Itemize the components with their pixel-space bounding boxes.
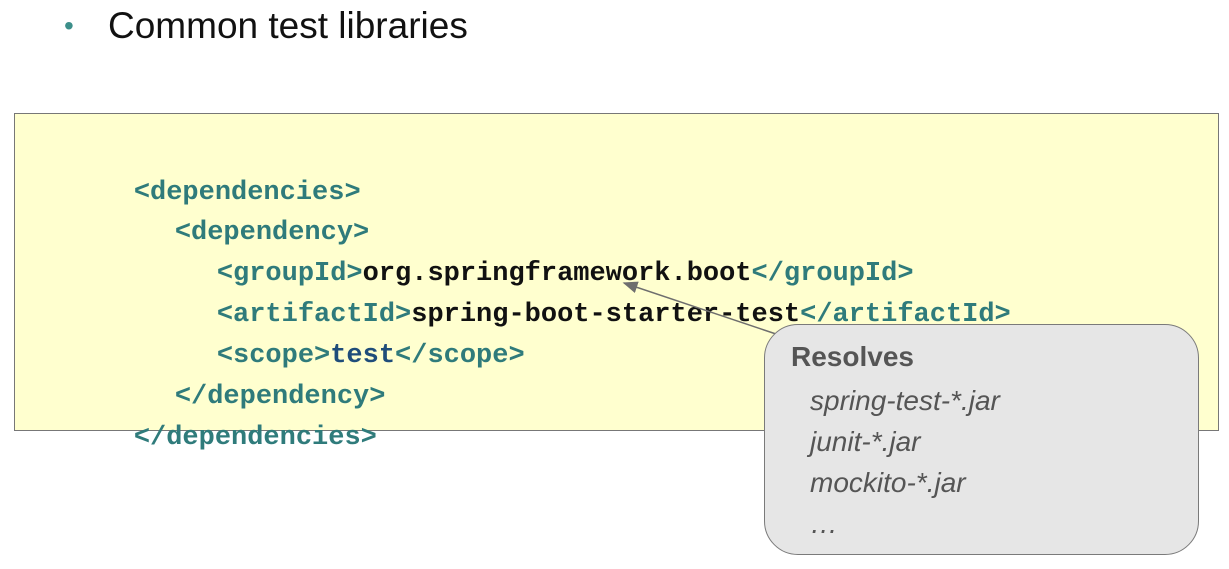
xml-tag: </scope> <box>395 341 525 371</box>
xml-tag: </dependencies> <box>133 423 377 453</box>
bullet-icon: • <box>64 10 74 41</box>
callout-item: junit-*.jar <box>810 426 921 457</box>
callout-item: … <box>810 508 838 539</box>
bullet-heading: • Common test libraries <box>64 0 468 52</box>
resolves-callout: Resolves spring-test-*.jar junit-*.jar m… <box>764 324 1199 555</box>
callout-item: spring-test-*.jar <box>810 385 1000 416</box>
callout-title: Resolves <box>791 341 914 372</box>
heading-text: Common test libraries <box>108 5 468 46</box>
code-line-dependencies-close: </dependencies> <box>69 377 377 500</box>
callout-item: mockito-*.jar <box>810 467 966 498</box>
